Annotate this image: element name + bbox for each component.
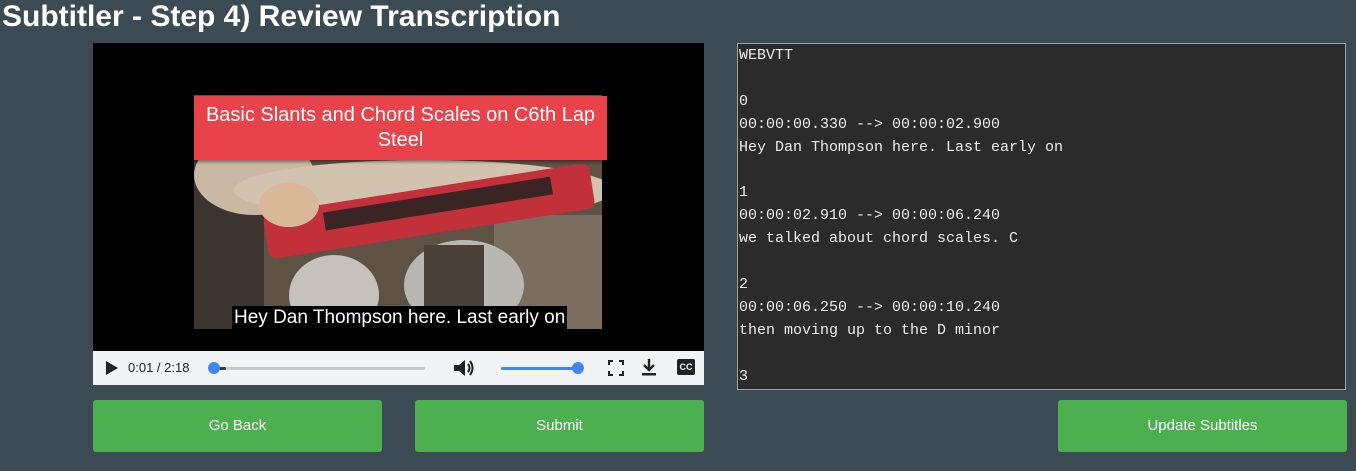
seek-bar[interactable] <box>208 362 425 374</box>
transcript-editor[interactable]: WEBVTT 0 00:00:00.330 --> 00:00:02.900 H… <box>737 43 1346 390</box>
seek-thumb[interactable] <box>208 362 221 374</box>
download-icon[interactable] <box>641 358 657 377</box>
volume-slider[interactable] <box>501 362 584 374</box>
volume-level <box>501 367 578 370</box>
video-caption: Hey Dan Thompson here. Last early on <box>232 306 568 330</box>
video-player[interactable]: Basic Slants and Chord Scales on C6th La… <box>93 43 704 385</box>
volume-icon[interactable] <box>453 358 475 378</box>
fullscreen-icon[interactable] <box>608 360 624 376</box>
submit-button[interactable]: Submit <box>415 400 704 452</box>
video-controls: 0:01 / 2:18 CC <box>93 351 704 385</box>
time-display: 0:01 / 2:18 <box>128 360 190 375</box>
page-title: Subtitler - Step 4) Review Transcription <box>2 0 561 33</box>
go-back-button[interactable]: Go Back <box>93 400 382 452</box>
volume-thumb[interactable] <box>572 362 584 374</box>
video-title-banner: Basic Slants and Chord Scales on C6th La… <box>194 96 607 160</box>
play-icon[interactable] <box>105 360 119 376</box>
closed-captions-icon[interactable]: CC <box>677 359 695 375</box>
update-subtitles-button[interactable]: Update Subtitles <box>1058 400 1347 452</box>
